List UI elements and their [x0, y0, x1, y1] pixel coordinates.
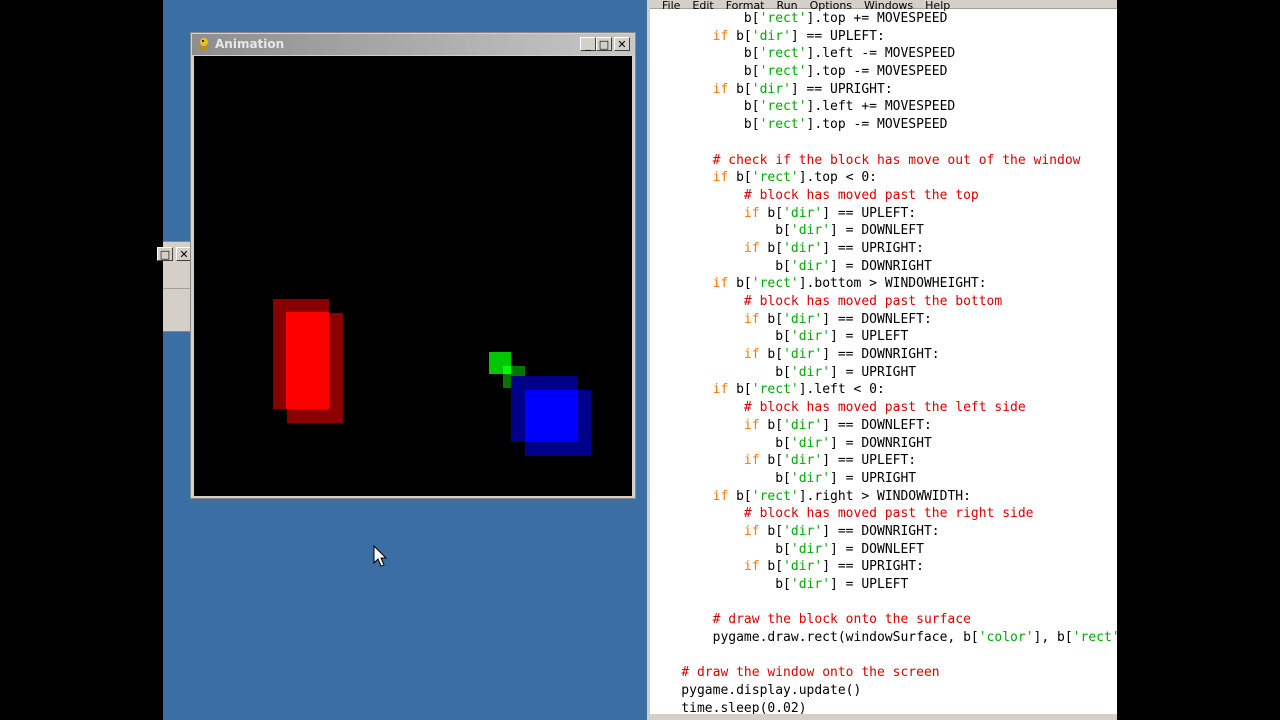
- editor-bottom-edge: [650, 714, 1117, 720]
- code-line[interactable]: # draw the window onto the screen: [650, 664, 1117, 682]
- letterbox-right: [1117, 0, 1280, 720]
- code-line[interactable]: b['dir'] = DOWNLEFT: [650, 222, 1117, 240]
- code-area[interactable]: b['rect'].top += MOVESPEED if b['dir'] =…: [650, 10, 1117, 718]
- code-line[interactable]: b['dir'] = DOWNRIGHT: [650, 435, 1117, 453]
- minimize-button[interactable]: _: [580, 37, 596, 51]
- code-line[interactable]: [650, 134, 1117, 152]
- letterbox-left: [0, 0, 163, 720]
- code-line[interactable]: pygame.draw.rect(windowSurface, b['color…: [650, 629, 1117, 647]
- code-line[interactable]: if b['dir'] == UPRIGHT:: [650, 81, 1117, 99]
- code-line[interactable]: if b['dir'] == DOWNLEFT:: [650, 311, 1117, 329]
- code-line[interactable]: b['rect'].left += MOVESPEED: [650, 98, 1117, 116]
- code-line[interactable]: if b['rect'].left < 0:: [650, 381, 1117, 399]
- code-line[interactable]: if b['dir'] == UPRIGHT:: [650, 240, 1117, 258]
- code-line[interactable]: # block has moved past the bottom: [650, 293, 1117, 311]
- code-line[interactable]: b['rect'].left -= MOVESPEED: [650, 45, 1117, 63]
- code-line[interactable]: if b['dir'] == DOWNRIGHT:: [650, 346, 1117, 364]
- pygame-snake-icon: [198, 38, 210, 51]
- close-icon: ✕: [617, 37, 627, 51]
- blue-block: [525, 390, 577, 442]
- code-line[interactable]: b['dir'] = UPLEFT: [650, 328, 1117, 346]
- animation-canvas: [194, 56, 632, 496]
- green-block-overlap: [503, 366, 511, 374]
- close-button[interactable]: ✕: [614, 37, 630, 51]
- code-line[interactable]: if b['dir'] == UPLEFT:: [650, 205, 1117, 223]
- code-line[interactable]: if b['dir'] == UPRIGHT:: [650, 558, 1117, 576]
- code-line[interactable]: b['rect'].top += MOVESPEED: [650, 10, 1117, 28]
- code-line[interactable]: # block has moved past the left side: [650, 399, 1117, 417]
- minimize-icon: _: [585, 37, 591, 51]
- code-line[interactable]: b['dir'] = UPRIGHT: [650, 470, 1117, 488]
- code-editor-window[interactable]: File Edit Format Run Options Windows Help b['r…: [647, 0, 1117, 720]
- red-block: [286, 312, 329, 409]
- code-line[interactable]: b['dir'] = UPRIGHT: [650, 364, 1117, 382]
- code-line[interactable]: # block has moved past the right side: [650, 505, 1117, 523]
- maximize-icon: □: [598, 37, 610, 51]
- code-line[interactable]: b['dir'] = DOWNRIGHT: [650, 258, 1117, 276]
- code-line[interactable]: b['rect'].top -= MOVESPEED: [650, 116, 1117, 134]
- editor-menu-bar: File Edit Format Run Options Windows Help: [650, 0, 1117, 12]
- animation-window-titlebar[interactable]: Animation _ □ ✕: [192, 34, 634, 55]
- code-line[interactable]: if b['dir'] == UPLEFT:: [650, 28, 1117, 46]
- maximize-icon[interactable]: □: [157, 247, 173, 261]
- code-line[interactable]: pygame.display.update(): [650, 682, 1117, 700]
- code-line[interactable]: b['rect'].top -= MOVESPEED: [650, 63, 1117, 81]
- code-line[interactable]: [650, 647, 1117, 665]
- code-line[interactable]: [650, 594, 1117, 612]
- code-line[interactable]: if b['rect'].top < 0:: [650, 169, 1117, 187]
- code-line[interactable]: # draw the block onto the surface: [650, 611, 1117, 629]
- animation-window[interactable]: Animation _ □ ✕: [190, 32, 636, 499]
- code-line[interactable]: if b['dir'] == UPLEFT:: [650, 452, 1117, 470]
- maximize-button[interactable]: □: [596, 37, 612, 51]
- code-line[interactable]: if b['rect'].right > WINDOWWIDTH:: [650, 488, 1117, 506]
- window-title: Animation: [215, 37, 285, 51]
- code-line[interactable]: if b['dir'] == DOWNLEFT:: [650, 417, 1117, 435]
- code-line[interactable]: if b['rect'].bottom > WINDOWHEIGHT:: [650, 275, 1117, 293]
- code-line[interactable]: # block has moved past the top: [650, 187, 1117, 205]
- mouse-pointer-icon: [373, 545, 388, 567]
- code-line[interactable]: b['dir'] = UPLEFT: [650, 576, 1117, 594]
- code-line[interactable]: # check if the block has move out of the…: [650, 152, 1117, 170]
- code-line[interactable]: if b['dir'] == DOWNRIGHT:: [650, 523, 1117, 541]
- code-line[interactable]: b['dir'] = DOWNLEFT: [650, 541, 1117, 559]
